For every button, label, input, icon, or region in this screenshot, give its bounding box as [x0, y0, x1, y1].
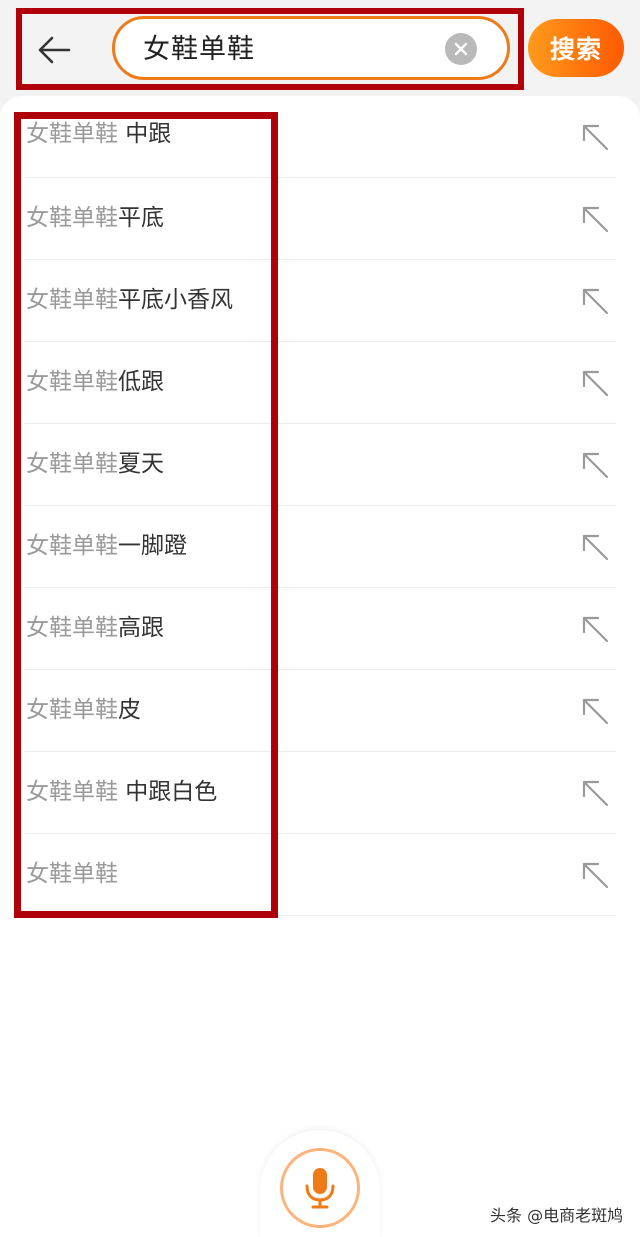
arrow-up-left-icon[interactable]: [580, 860, 610, 890]
search-header: 女鞋单鞋 搜索: [0, 0, 640, 96]
suggestion-label: 女鞋单鞋高跟: [26, 612, 164, 644]
suggestion-prefix: 女鞋单鞋: [26, 121, 118, 147]
suggestion-prefix: 女鞋单鞋: [26, 205, 118, 231]
arrow-up-left-icon[interactable]: [580, 204, 610, 234]
suggestion-item[interactable]: 女鞋单鞋: [24, 834, 616, 916]
suggestion-label: 女鞋单鞋 中跟白色: [26, 776, 217, 808]
suggestion-label: 女鞋单鞋平底: [26, 202, 164, 234]
suggestion-label: 女鞋单鞋: [26, 858, 118, 890]
suggestion-label: 女鞋单鞋皮: [26, 694, 141, 726]
clear-icon: [454, 42, 468, 56]
suggestion-item[interactable]: 女鞋单鞋 中跟白色: [24, 752, 616, 834]
suggestion-prefix: 女鞋单鞋: [26, 533, 118, 559]
suggestion-suffix: 皮: [118, 697, 141, 723]
suggestion-label: 女鞋单鞋夏天: [26, 448, 164, 480]
suggestion-suffix: 平底: [118, 205, 164, 231]
arrow-up-left-icon[interactable]: [580, 368, 610, 398]
arrow-up-left-icon[interactable]: [580, 532, 610, 562]
suggestion-label: 女鞋单鞋平底小香风: [26, 284, 233, 316]
suggestion-prefix: 女鞋单鞋: [26, 369, 118, 395]
back-button[interactable]: [30, 26, 78, 74]
arrow-up-left-icon[interactable]: [580, 286, 610, 316]
suggestion-label: 女鞋单鞋低跟: [26, 366, 164, 398]
suggestion-item[interactable]: 女鞋单鞋低跟: [24, 342, 616, 424]
suggestion-prefix: 女鞋单鞋: [26, 861, 118, 887]
suggestion-prefix: 女鞋单鞋: [26, 615, 118, 641]
suggestion-suffix: 夏天: [118, 451, 164, 477]
microphone-icon: [305, 1168, 335, 1209]
arrow-up-left-icon[interactable]: [580, 450, 610, 480]
suggestion-list: 女鞋单鞋 中跟 女鞋单鞋平底 女鞋单鞋平底小香风 女鞋单鞋低跟 女鞋单鞋夏天 女鞋单鞋一脚…: [0, 96, 640, 916]
suggestion-item[interactable]: 女鞋单鞋平底: [24, 178, 616, 260]
suggestion-item[interactable]: 女鞋单鞋 中跟: [24, 96, 616, 178]
arrow-up-left-icon[interactable]: [580, 778, 610, 808]
voice-search-button[interactable]: [280, 1148, 360, 1228]
suggestion-item[interactable]: 女鞋单鞋高跟: [24, 588, 616, 670]
search-button[interactable]: 搜索: [528, 19, 624, 77]
back-arrow-icon: [38, 36, 71, 64]
suggestion-item[interactable]: 女鞋单鞋平底小香风: [24, 260, 616, 342]
watermark: 头条 @电商老斑鸠: [490, 1206, 624, 1225]
arrow-up-left-icon[interactable]: [580, 696, 610, 726]
suggestion-prefix: 女鞋单鞋: [26, 287, 118, 313]
suggestion-label: 女鞋单鞋 中跟: [26, 118, 171, 150]
clear-button[interactable]: [445, 33, 477, 65]
suggestion-suffix: 低跟: [118, 369, 164, 395]
arrow-up-left-icon[interactable]: [580, 614, 610, 644]
arrow-up-left-icon[interactable]: [580, 122, 610, 152]
search-input[interactable]: 女鞋单鞋: [112, 16, 510, 80]
search-query-text: 女鞋单鞋: [143, 34, 255, 65]
suggestion-suffix: 中跟白色: [118, 779, 218, 805]
suggestion-prefix: 女鞋单鞋: [26, 451, 118, 477]
suggestion-suffix: 平底小香风: [118, 287, 233, 313]
suggestion-prefix: 女鞋单鞋: [26, 697, 118, 723]
suggestion-suffix: 中跟: [118, 121, 172, 147]
suggestion-item[interactable]: 女鞋单鞋一脚蹬: [24, 506, 616, 588]
suggestion-label: 女鞋单鞋一脚蹬: [26, 530, 187, 562]
suggestion-item[interactable]: 女鞋单鞋夏天: [24, 424, 616, 506]
suggestion-prefix: 女鞋单鞋: [26, 779, 118, 805]
suggestion-suffix: 一脚蹬: [118, 533, 187, 559]
suggestion-item[interactable]: 女鞋单鞋皮: [24, 670, 616, 752]
suggestion-suffix: 高跟: [118, 615, 164, 641]
